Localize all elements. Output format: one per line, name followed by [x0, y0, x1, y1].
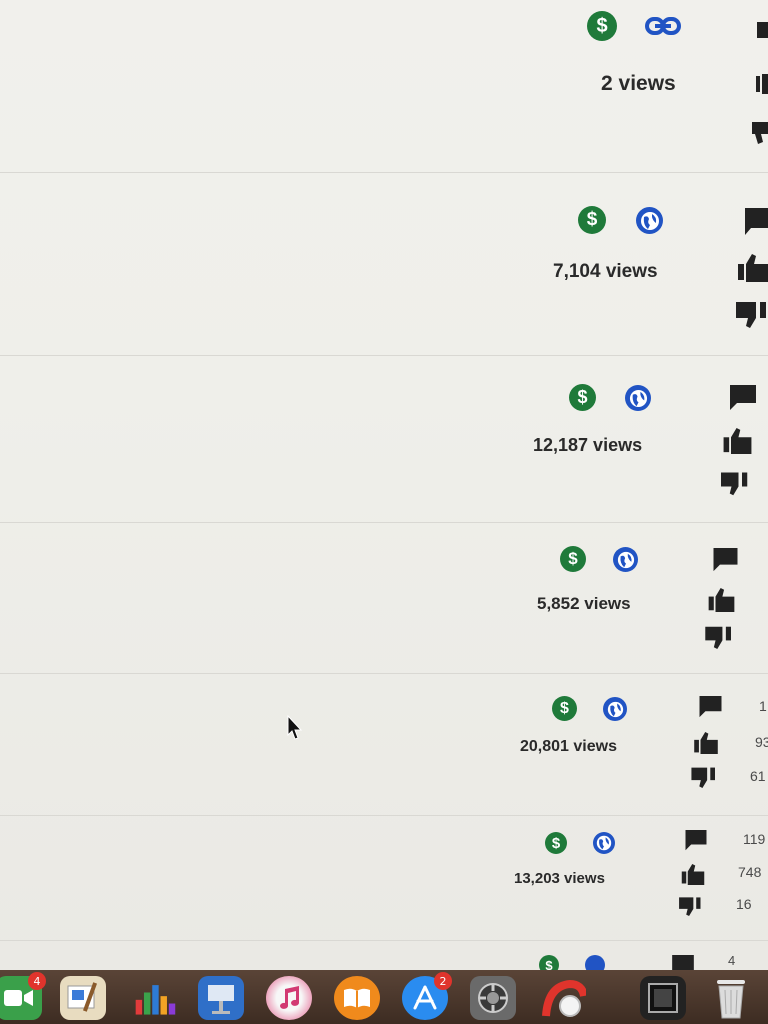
- facetime-icon[interactable]: 4: [0, 972, 46, 1020]
- row-divider: [0, 522, 768, 523]
- globe-icon[interactable]: [613, 547, 638, 572]
- comment-icon[interactable]: [713, 548, 738, 572]
- youtube-studio-video-list: $ 2 views $ 7,104 views $ 12,187 views $…: [0, 0, 768, 970]
- preview-icon[interactable]: [60, 976, 106, 1020]
- thumbs-down-icon[interactable]: [690, 766, 718, 788]
- view-count: 2 views: [601, 72, 676, 95]
- screen-recorder-icon[interactable]: [540, 976, 586, 1020]
- like-count: 748: [738, 864, 762, 880]
- globe-icon[interactable]: [636, 207, 663, 234]
- monetization-dollar-icon[interactable]: $: [560, 546, 586, 572]
- thumbs-up-icon[interactable]: [692, 732, 720, 754]
- globe-icon[interactable]: [603, 697, 627, 721]
- numbers-icon[interactable]: [132, 976, 178, 1020]
- dislike-count: 16: [736, 896, 752, 912]
- globe-icon[interactable]: [593, 832, 615, 854]
- thumbs-up-icon[interactable]: [756, 74, 768, 94]
- row-divider: [0, 172, 768, 173]
- keynote-icon[interactable]: [198, 976, 244, 1020]
- comment-count: 4: [728, 953, 736, 968]
- monetization-dollar-icon[interactable]: $: [545, 832, 567, 854]
- row-divider: [0, 673, 768, 674]
- app-store-icon[interactable]: 2: [402, 972, 452, 1020]
- thumbs-down-icon[interactable]: [752, 118, 768, 144]
- row-divider: [0, 815, 768, 816]
- system-preferences-icon[interactable]: [470, 976, 516, 1020]
- comment-count: 1: [759, 698, 767, 714]
- monetization-dollar-icon[interactable]: $: [578, 206, 606, 234]
- monetization-dollar-icon[interactable]: $: [552, 696, 577, 721]
- view-count: 5,852 views: [537, 594, 631, 613]
- trash-icon[interactable]: [708, 976, 754, 1020]
- comment-icon[interactable]: [698, 696, 723, 718]
- thumbs-down-icon[interactable]: [677, 896, 704, 916]
- photo-booth-icon[interactable]: [640, 976, 686, 1020]
- view-count: 20,801 views: [520, 738, 617, 755]
- thumbs-down-icon[interactable]: [721, 470, 749, 496]
- itunes-icon[interactable]: [266, 976, 312, 1020]
- row-divider: [0, 355, 768, 356]
- monetization-dollar-icon[interactable]: $: [539, 955, 559, 970]
- globe-icon[interactable]: [585, 955, 605, 970]
- thumbs-up-icon[interactable]: [707, 588, 736, 612]
- comment-count: 119: [743, 831, 766, 847]
- thumbs-down-icon[interactable]: [705, 625, 733, 649]
- mouse-cursor-icon: [287, 715, 303, 740]
- view-count: 12,187 views: [533, 435, 643, 455]
- dislike-count: 61: [750, 768, 766, 784]
- like-count: 93: [755, 734, 768, 750]
- monetization-dollar-icon[interactable]: $: [587, 11, 617, 41]
- notification-badge: 4: [28, 972, 46, 990]
- view-count: 7,104 views: [553, 261, 658, 282]
- ibooks-icon[interactable]: [334, 976, 380, 1020]
- comment-icon[interactable]: [684, 830, 708, 851]
- thumbs-up-icon[interactable]: [723, 428, 752, 454]
- view-count: 13,203 views: [514, 870, 605, 887]
- comment-icon[interactable]: [672, 955, 694, 970]
- comment-icon[interactable]: [730, 385, 756, 411]
- macos-dock: 4 2: [0, 970, 768, 1024]
- thumbs-down-icon[interactable]: [736, 300, 768, 328]
- comment-icon[interactable]: [745, 208, 768, 236]
- thumbs-up-icon[interactable]: [738, 254, 768, 282]
- globe-icon[interactable]: [625, 385, 651, 411]
- link-icon[interactable]: [645, 15, 681, 37]
- row-divider: [0, 940, 768, 941]
- thumbs-up-icon[interactable]: [680, 864, 706, 885]
- comment-icon[interactable]: [757, 22, 768, 44]
- monetization-dollar-icon[interactable]: $: [569, 384, 596, 411]
- notification-badge: 2: [434, 972, 452, 990]
